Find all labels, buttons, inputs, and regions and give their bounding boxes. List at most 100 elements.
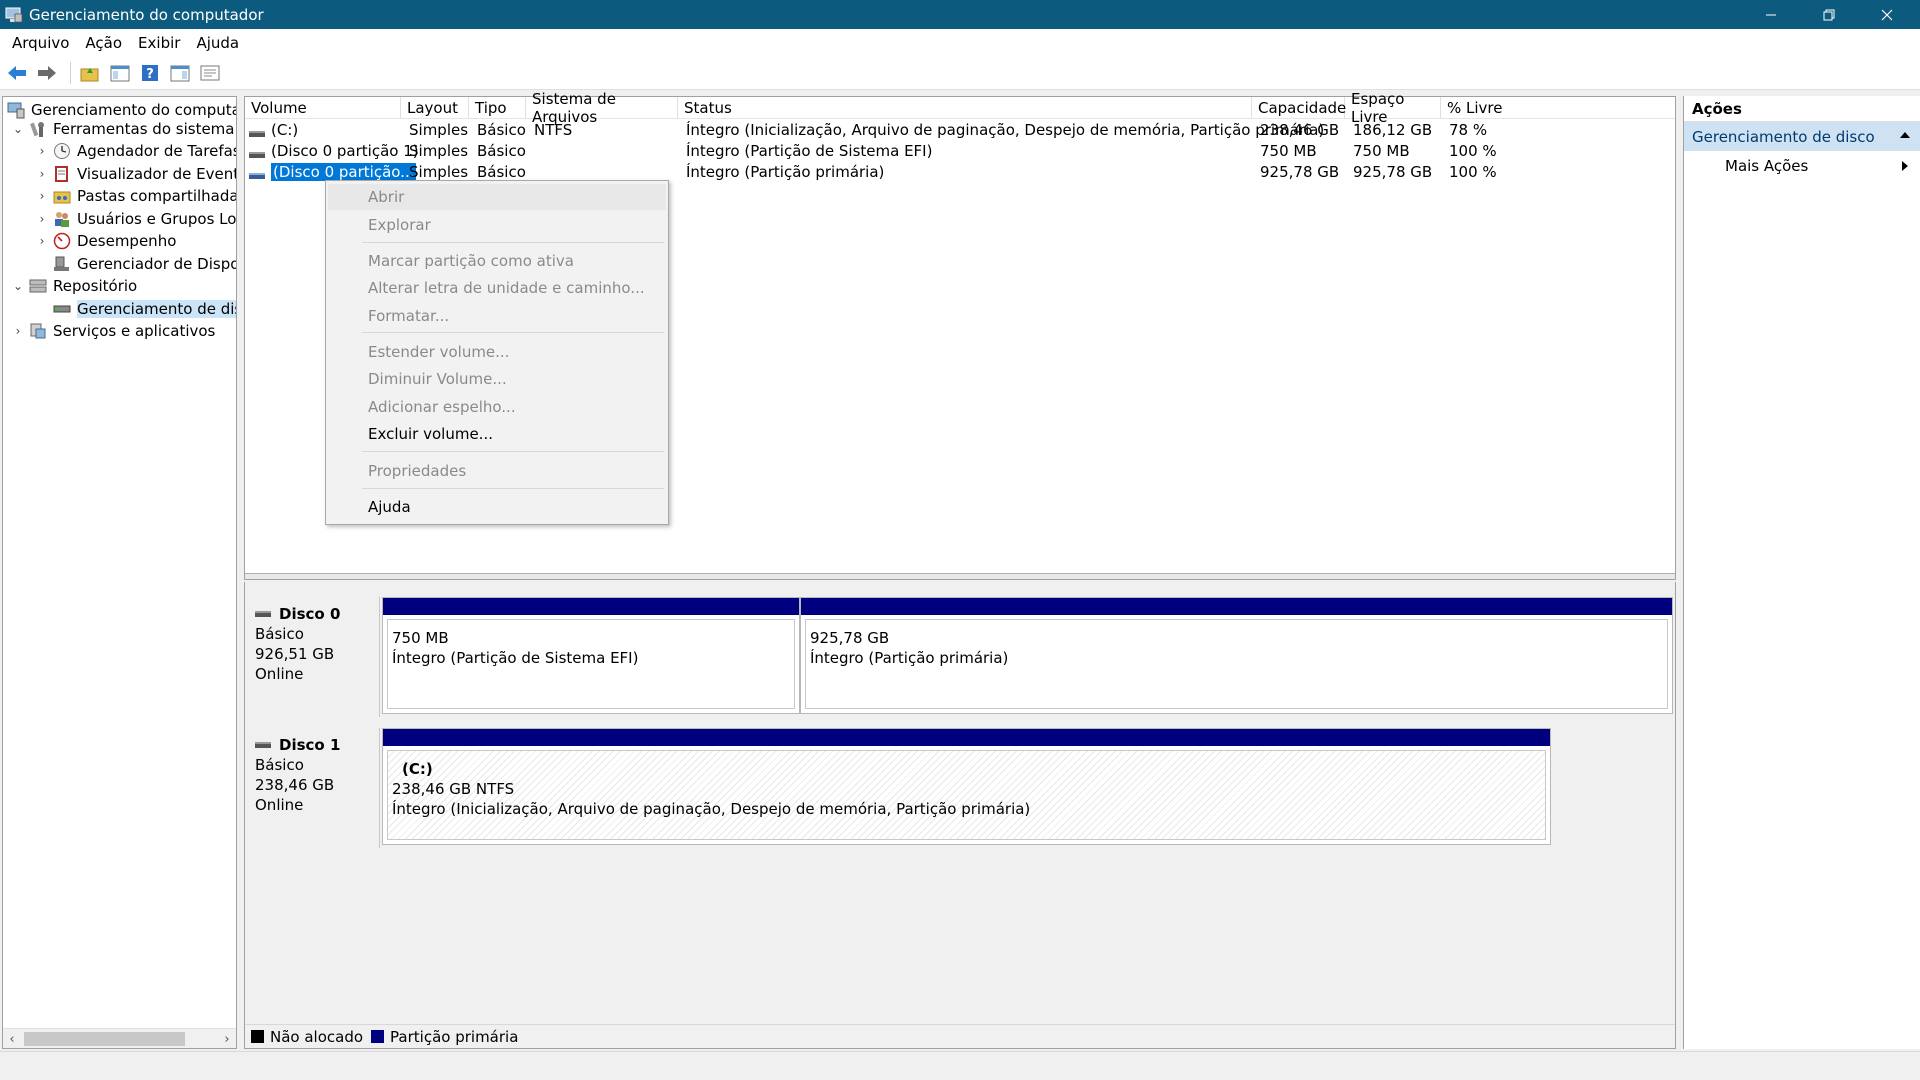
close-button[interactable] bbox=[1858, 0, 1916, 29]
legend-item-unallocated: Não alocado bbox=[251, 1028, 363, 1046]
disk-name: Disco 1 bbox=[279, 736, 341, 754]
free-space-cell: 186,12 GB bbox=[1353, 120, 1433, 139]
shared-folders-icon bbox=[53, 187, 71, 205]
disk-state: Online bbox=[255, 665, 304, 683]
tree-item-storage[interactable]: ⌄ Repositório bbox=[11, 275, 137, 297]
disk-icon bbox=[255, 742, 271, 748]
properties-view-button[interactable] bbox=[197, 60, 223, 86]
column-tipo[interactable]: Tipo bbox=[469, 97, 526, 119]
ctx-alterar-letra[interactable]: Alterar letra de unidade e caminho... bbox=[328, 275, 666, 301]
scrollbar-thumb[interactable] bbox=[24, 1032, 185, 1046]
window-title: Gerenciamento do computador bbox=[29, 5, 264, 24]
tree-item-system-tools[interactable]: ⌄ Ferramentas do sistema bbox=[11, 118, 235, 140]
services-apps-icon bbox=[29, 322, 47, 340]
pane-splitter[interactable] bbox=[245, 573, 1675, 579]
column-capacidade[interactable]: Capacidade bbox=[1252, 97, 1346, 119]
menu-separator bbox=[362, 242, 664, 243]
column-status[interactable]: Status bbox=[678, 97, 1252, 119]
volume-row[interactable]: (C:) Simples Básico NTFS Íntegro (Inicia… bbox=[245, 119, 1675, 140]
chevron-right-icon[interactable]: › bbox=[11, 324, 25, 338]
ctx-excluir-volume[interactable]: Excluir volume... bbox=[328, 421, 666, 447]
legend-item-primary: Partição primária bbox=[371, 1028, 518, 1046]
tree-item-disk-management[interactable]: Gerenciamento de disco bbox=[35, 298, 236, 320]
up-folder-button[interactable] bbox=[77, 60, 103, 86]
volume-name: (Disco 0 partição 1) bbox=[271, 141, 419, 160]
column-volume[interactable]: Volume bbox=[245, 97, 401, 119]
menu-separator bbox=[362, 451, 664, 452]
ctx-formatar[interactable]: Formatar... bbox=[328, 303, 666, 329]
column-layout[interactable]: Layout bbox=[401, 97, 469, 119]
ctx-diminuir[interactable]: Diminuir Volume... bbox=[328, 366, 666, 392]
tree-item-shared-folders[interactable]: › Pastas compartilhadas bbox=[35, 185, 236, 207]
column-pct-livre[interactable]: % Livre bbox=[1441, 97, 1675, 119]
chevron-down-icon[interactable]: ⌄ bbox=[11, 279, 25, 293]
volume-list-header: Volume Layout Tipo Sistema de Arquivos S… bbox=[245, 90, 1675, 126]
tree-horizontal-scrollbar[interactable]: ‹ › bbox=[3, 1028, 236, 1048]
tree-item-event-viewer[interactable]: › Visualizador de Eventos bbox=[35, 163, 236, 185]
back-button[interactable] bbox=[4, 60, 30, 86]
chevron-right-icon[interactable]: › bbox=[35, 167, 49, 181]
disk-size: 926,51 GB bbox=[255, 645, 335, 663]
show-hide-action-pane-button[interactable] bbox=[167, 60, 193, 86]
disk-0-label[interactable]: Disco 0 Básico 926,51 GB Online bbox=[245, 597, 380, 717]
tree-item-task-scheduler[interactable]: › Agendador de Tarefas bbox=[35, 140, 236, 162]
minimize-button[interactable] bbox=[1742, 0, 1800, 29]
tree-item-performance[interactable]: › Desempenho bbox=[35, 230, 177, 252]
computer-management-icon bbox=[3, 4, 25, 26]
system-tools-icon bbox=[29, 120, 47, 138]
help-button[interactable]: ? bbox=[137, 60, 163, 86]
chevron-down-icon[interactable]: ⌄ bbox=[11, 122, 25, 136]
ctx-propriedades[interactable]: Propriedades bbox=[328, 458, 666, 484]
scroll-left-icon[interactable]: ‹ bbox=[3, 1029, 21, 1048]
menu-ajuda[interactable]: Ajuda bbox=[188, 34, 247, 52]
disk-icon bbox=[255, 611, 271, 617]
properties-icon bbox=[200, 65, 220, 81]
column-espaco-livre[interactable]: Espaço Livre bbox=[1345, 90, 1441, 126]
status-bar bbox=[0, 1051, 1920, 1080]
tree-item-local-users-groups[interactable]: › Usuários e Grupos Locai bbox=[35, 208, 236, 230]
chevron-right-icon[interactable]: › bbox=[35, 144, 49, 158]
forward-button[interactable] bbox=[34, 60, 60, 86]
partition-size: 238,46 GB NTFS bbox=[392, 780, 515, 798]
tree-item-device-manager[interactable]: Gerenciador de Disposit bbox=[35, 253, 236, 275]
menu-arquivo[interactable]: Arquivo bbox=[4, 34, 77, 52]
storage-icon bbox=[29, 277, 47, 295]
ctx-estender[interactable]: Estender volume... bbox=[328, 339, 666, 365]
fs-cell: NTFS bbox=[534, 120, 573, 139]
partition-efi[interactable]: 750 MB Íntegro (Partição de Sistema EFI) bbox=[382, 597, 800, 714]
tipo-cell: Básico bbox=[477, 162, 526, 181]
action-pane-icon bbox=[170, 65, 190, 82]
show-hide-tree-button[interactable] bbox=[107, 60, 133, 86]
menu-exibir[interactable]: Exibir bbox=[130, 34, 188, 52]
restore-button[interactable] bbox=[1800, 0, 1858, 29]
partition-primary[interactable]: 925,78 GB Íntegro (Partição primária) bbox=[800, 597, 1673, 714]
chevron-right-icon[interactable]: › bbox=[35, 212, 49, 226]
ctx-marcar-ativa[interactable]: Marcar partição como ativa bbox=[328, 248, 666, 274]
device-manager-icon bbox=[53, 255, 71, 273]
disk-1-label[interactable]: Disco 1 Básico 238,46 GB Online bbox=[245, 728, 380, 848]
ctx-explorar[interactable]: Explorar bbox=[328, 212, 666, 238]
tree-item-services-apps[interactable]: › Serviços e aplicativos bbox=[11, 320, 216, 342]
actions-section-disk-management[interactable]: Gerenciamento de disco bbox=[1684, 122, 1920, 151]
folder-up-icon bbox=[80, 68, 99, 82]
partition-c[interactable]: (C:) 238,46 GB NTFS Íntegro (Inicializaç… bbox=[382, 728, 1551, 845]
ctx-ajuda[interactable]: Ajuda bbox=[328, 494, 666, 520]
menu-acao[interactable]: Ação bbox=[77, 34, 130, 52]
layout-cell: Simples bbox=[409, 162, 469, 181]
layout-cell: Simples bbox=[409, 120, 469, 139]
more-actions-item[interactable]: Mais Ações bbox=[1684, 151, 1920, 181]
console-tree-icon bbox=[110, 65, 130, 82]
column-sistema-arquivos[interactable]: Sistema de Arquivos bbox=[526, 90, 678, 126]
chevron-right-icon[interactable]: › bbox=[35, 234, 49, 248]
ctx-adicionar-espelho[interactable]: Adicionar espelho... bbox=[328, 394, 666, 420]
scroll-right-icon[interactable]: › bbox=[218, 1029, 236, 1048]
collapse-up-icon[interactable] bbox=[1900, 132, 1910, 138]
disk-size: 238,46 GB bbox=[255, 776, 335, 794]
volume-row-selected[interactable]: (Disco 0 partição... Simples Básico Ínte… bbox=[245, 161, 1675, 182]
volume-row[interactable]: (Disco 0 partição 1) Simples Básico Ínte… bbox=[245, 140, 1675, 161]
free-space-cell: 750 MB bbox=[1353, 141, 1410, 160]
volume-icon bbox=[249, 167, 265, 179]
legend-swatch bbox=[251, 1030, 264, 1043]
chevron-right-icon[interactable]: › bbox=[35, 189, 49, 203]
ctx-abrir[interactable]: Abrir bbox=[328, 184, 666, 210]
